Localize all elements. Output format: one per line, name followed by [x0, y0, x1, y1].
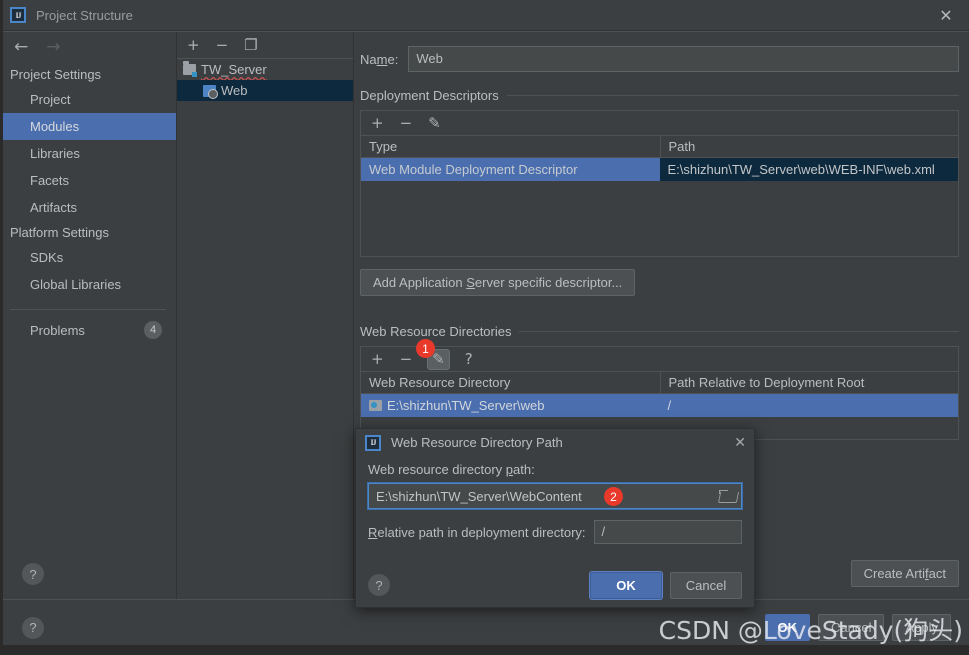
ok-button[interactable]: OK: [764, 614, 810, 641]
sidebar-item-artifacts[interactable]: Artifacts: [0, 194, 176, 221]
relative-path-label: Relative path in deployment directory:: [368, 524, 586, 540]
apply-button[interactable]: Apply: [892, 614, 951, 641]
column-header-path: Path: [659, 136, 959, 157]
web-resource-directory-value: E:\shizhun\TW_Server\web: [387, 398, 545, 413]
dialog-body: Web resource directory path: E:\shizhun\…: [356, 456, 754, 563]
create-artifact-button[interactable]: Create Artifact: [850, 560, 959, 587]
deployment-descriptors-table-header: Type Path: [360, 135, 959, 158]
table-row[interactable]: Web Module Deployment Descriptor E:\shiz…: [361, 158, 958, 181]
intellij-logo-icon: IJ: [365, 434, 381, 451]
add-descriptor-icon[interactable]: +: [371, 115, 384, 131]
relative-path-cell: /: [659, 394, 958, 417]
sidebar-item-problems-label: Problems: [30, 322, 85, 338]
module-list-toolbar: + − ❐: [177, 32, 353, 59]
remove-descriptor-icon[interactable]: −: [400, 115, 413, 131]
descriptor-path-cell: E:\shizhun\TW_Server\web\WEB-INF\web.xml: [659, 158, 958, 181]
directory-icon: [369, 400, 382, 411]
back-arrow-icon[interactable]: ←: [14, 39, 28, 56]
step-badge-1: 1: [416, 339, 435, 358]
deployment-descriptors-section-header: Deployment Descriptors: [360, 88, 959, 103]
sidebar-item-problems[interactable]: Problems 4: [0, 318, 176, 342]
add-application-server-descriptor-button[interactable]: Add Application Server specific descript…: [360, 269, 636, 296]
sidebar-divider: [10, 309, 166, 310]
dialog-footer: ? OK Cancel: [356, 563, 754, 607]
step-badge-2: 2: [604, 487, 623, 506]
deployment-descriptors-label: Deployment Descriptors: [360, 88, 499, 103]
window-title: Project Structure: [36, 7, 133, 23]
help-icon[interactable]: ?: [22, 563, 44, 585]
relative-path-row: Relative path in deployment directory: /: [368, 520, 742, 544]
sidebar-group-platform-settings: Platform Settings: [10, 225, 109, 240]
add-server-descriptor-row: Add Application Server specific descript…: [360, 269, 959, 296]
deployment-descriptors-toolbar: + − ✎: [360, 110, 959, 135]
add-web-resource-directory-icon[interactable]: +: [371, 351, 384, 367]
column-header-web-resource-directory: Web Resource Directory: [369, 375, 511, 390]
relative-path-input[interactable]: /: [593, 520, 742, 544]
sidebar-nav-arrows: ← →: [0, 32, 176, 63]
web-resource-directory-path-label: Web resource directory path:: [368, 462, 535, 477]
dialog-title: Web Resource Directory Path: [391, 435, 563, 450]
cancel-button[interactable]: Cancel: [818, 614, 885, 641]
web-resource-directories-label: Web Resource Directories: [360, 324, 512, 339]
sidebar-item-sdks[interactable]: SDKs: [0, 244, 176, 271]
sidebar-item-project[interactable]: Project: [0, 86, 176, 113]
copy-module-icon[interactable]: ❐: [244, 37, 257, 53]
sidebar-item-modules[interactable]: Modules: [0, 113, 176, 140]
sidebar-item-libraries[interactable]: Libraries: [0, 140, 176, 167]
web-resource-directory-path-dialog: IJ Web Resource Directory Path ✕ Web res…: [355, 428, 755, 608]
sidebar-group-project-settings: Project Settings: [10, 67, 102, 82]
folder-open-icon[interactable]: [719, 489, 737, 503]
web-resource-directories-section-header: Web Resource Directories: [360, 324, 959, 339]
module-tree-item-label: TW_Server: [201, 62, 267, 77]
add-module-icon[interactable]: +: [187, 37, 200, 53]
table-row[interactable]: E:\shizhun\TW_Server\web /: [361, 394, 958, 417]
dialog-cancel-button[interactable]: Cancel: [670, 571, 742, 599]
dialog-ok-button[interactable]: OK: [589, 570, 663, 600]
web-resource-directory-cell: E:\shizhun\TW_Server\web: [361, 394, 660, 417]
web-resource-directories-table-header: Web Resource Directory Path Relative to …: [360, 371, 959, 394]
module-name-row: Name: Web: [360, 46, 959, 72]
module-name-input[interactable]: Web: [408, 46, 959, 72]
dialog-help-icon[interactable]: ?: [368, 574, 390, 596]
web-resource-directory-path-value: E:\shizhun\TW_Server\WebContent: [376, 488, 582, 504]
descriptor-type-cell: Web Module Deployment Descriptor: [361, 158, 660, 181]
window-left-edge: [0, 0, 3, 655]
dialog-titlebar: IJ Web Resource Directory Path ✕: [356, 429, 754, 456]
folder-icon: [183, 61, 197, 77]
remove-module-icon[interactable]: −: [216, 37, 229, 53]
web-module-icon: [203, 84, 218, 99]
column-header-type: Type: [369, 139, 398, 154]
section-rule: [506, 95, 959, 96]
module-tree-item-web[interactable]: Web: [177, 80, 353, 101]
web-resource-help-icon[interactable]: ?: [465, 351, 473, 367]
column-header-relative-path: Path Relative to Deployment Root: [659, 372, 959, 393]
module-list-panel: + − ❐ TW_Server Web: [177, 32, 354, 599]
close-icon[interactable]: ✕: [923, 0, 969, 31]
problems-count-badge: 4: [144, 321, 162, 339]
deployment-descriptors-table-body: Web Module Deployment Descriptor E:\shiz…: [360, 158, 959, 257]
settings-sidebar: ← → Project Settings Project Modules Lib…: [0, 32, 177, 599]
project-structure-window: IJ Project Structure ✕ ← → Project Setti…: [0, 0, 969, 655]
sidebar-footer: ?: [0, 563, 176, 599]
forward-arrow-icon[interactable]: →: [46, 39, 60, 56]
module-tree-item-tw-server[interactable]: TW_Server: [177, 59, 353, 80]
sidebar-item-global-libraries[interactable]: Global Libraries: [0, 271, 176, 298]
module-tree-item-label: Web: [221, 83, 248, 98]
dialog-close-icon[interactable]: ✕: [734, 435, 746, 451]
module-name-label: Name:: [360, 51, 399, 67]
intellij-logo-icon: IJ: [10, 7, 26, 23]
edit-descriptor-icon[interactable]: ✎: [428, 115, 441, 131]
footer-help-icon[interactable]: ?: [22, 616, 44, 639]
web-resource-directory-path-input[interactable]: E:\shizhun\TW_Server\WebContent 2: [367, 482, 743, 510]
web-resource-directories-toolbar: + − ✎ ? 1: [360, 339, 959, 371]
remove-web-resource-directory-icon[interactable]: −: [400, 351, 413, 367]
sidebar-item-facets[interactable]: Facets: [0, 167, 176, 194]
window-bottom-edge: [0, 645, 969, 655]
section-rule: [519, 331, 959, 332]
window-titlebar: IJ Project Structure ✕: [0, 0, 969, 31]
